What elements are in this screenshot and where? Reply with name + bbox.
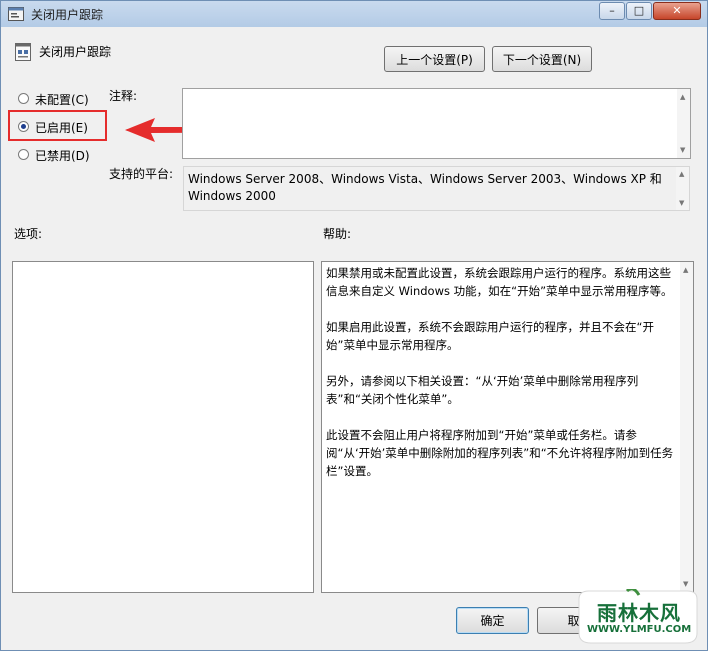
- scroll-up-icon[interactable]: ▲: [679, 170, 684, 178]
- help-panel[interactable]: 如果禁用或未配置此设置，系统会跟踪用户运行的程序。系统用这些信息来自定义 Win…: [321, 261, 694, 593]
- scroll-up-icon[interactable]: ▲: [683, 266, 688, 274]
- watermark-url: WWW.YLMFU.COM: [587, 624, 692, 635]
- platform-label: 支持的平台:: [109, 167, 174, 181]
- help-text: 如果禁用或未配置此设置，系统会跟踪用户运行的程序。系统用这些信息来自定义 Win…: [326, 264, 678, 498]
- policy-app-icon: [8, 7, 24, 21]
- policy-setting-icon: [15, 43, 31, 61]
- radio-disabled-circle[interactable]: [18, 149, 29, 160]
- radio-disabled-label: 已禁用(D): [35, 149, 90, 163]
- scroll-down-icon[interactable]: ▼: [679, 199, 684, 207]
- platform-scrollbar[interactable]: ▲ ▼: [676, 167, 689, 210]
- radio-not-configured-circle[interactable]: [18, 93, 29, 104]
- options-section-label: 选项:: [14, 227, 43, 241]
- help-paragraph: 如果禁用或未配置此设置，系统会跟踪用户运行的程序。系统用这些信息来自定义 Win…: [326, 266, 673, 298]
- next-setting-button[interactable]: 下一个设置(N): [492, 46, 592, 72]
- platform-box: Windows Server 2008、Windows Vista、Window…: [183, 166, 690, 211]
- comment-textbox[interactable]: ▲ ▼: [182, 88, 691, 159]
- radio-not-configured-label: 未配置(C): [35, 93, 89, 107]
- scroll-down-icon[interactable]: ▼: [680, 146, 685, 154]
- policy-dialog-window: 关闭用户跟踪 – □ ✕ 关闭用户跟踪 上一个设置(P) 下一个设置(N) 未配…: [0, 0, 708, 651]
- help-paragraph: 此设置不会阻止用户将程序附加到“开始”菜单或任务栏。请参阅“从‘开始’菜单中删除…: [326, 428, 674, 478]
- help-paragraph: 如果启用此设置，系统不会跟踪用户运行的程序，并且不会在“开始”菜单中显示常用程序…: [326, 320, 654, 352]
- help-section-label: 帮助:: [323, 227, 352, 241]
- title-bar[interactable]: 关闭用户跟踪 – □ ✕: [1, 1, 707, 27]
- comment-scrollbar[interactable]: ▲ ▼: [677, 89, 690, 158]
- minimize-icon: –: [609, 4, 615, 17]
- options-panel: [12, 261, 314, 593]
- window-title: 关闭用户跟踪: [31, 8, 104, 22]
- ok-button[interactable]: 确定: [456, 607, 529, 634]
- help-scrollbar[interactable]: ▲ ▼: [680, 262, 693, 592]
- scroll-up-icon[interactable]: ▲: [680, 93, 685, 101]
- previous-setting-button[interactable]: 上一个设置(P): [384, 46, 485, 72]
- scroll-down-icon[interactable]: ▼: [683, 580, 688, 588]
- ylmf-watermark-logo: 雨林木风 WWW.YLMFU.COM: [573, 587, 703, 645]
- policy-name: 关闭用户跟踪: [39, 45, 112, 59]
- maximize-button[interactable]: □: [626, 2, 652, 20]
- annotation-highlight-box: [8, 110, 107, 141]
- minimize-button[interactable]: –: [599, 2, 625, 20]
- close-button[interactable]: ✕: [653, 2, 701, 20]
- maximize-icon: □: [633, 4, 645, 17]
- close-icon: ✕: [672, 4, 682, 17]
- comment-label: 注释:: [109, 89, 138, 103]
- watermark-name: 雨林木风: [597, 601, 681, 625]
- help-paragraph: 另外，请参阅以下相关设置：“从‘开始’菜单中删除常用程序列表”和“关闭个性化菜单…: [326, 374, 639, 406]
- platform-value: Windows Server 2008、Windows Vista、Window…: [188, 172, 662, 203]
